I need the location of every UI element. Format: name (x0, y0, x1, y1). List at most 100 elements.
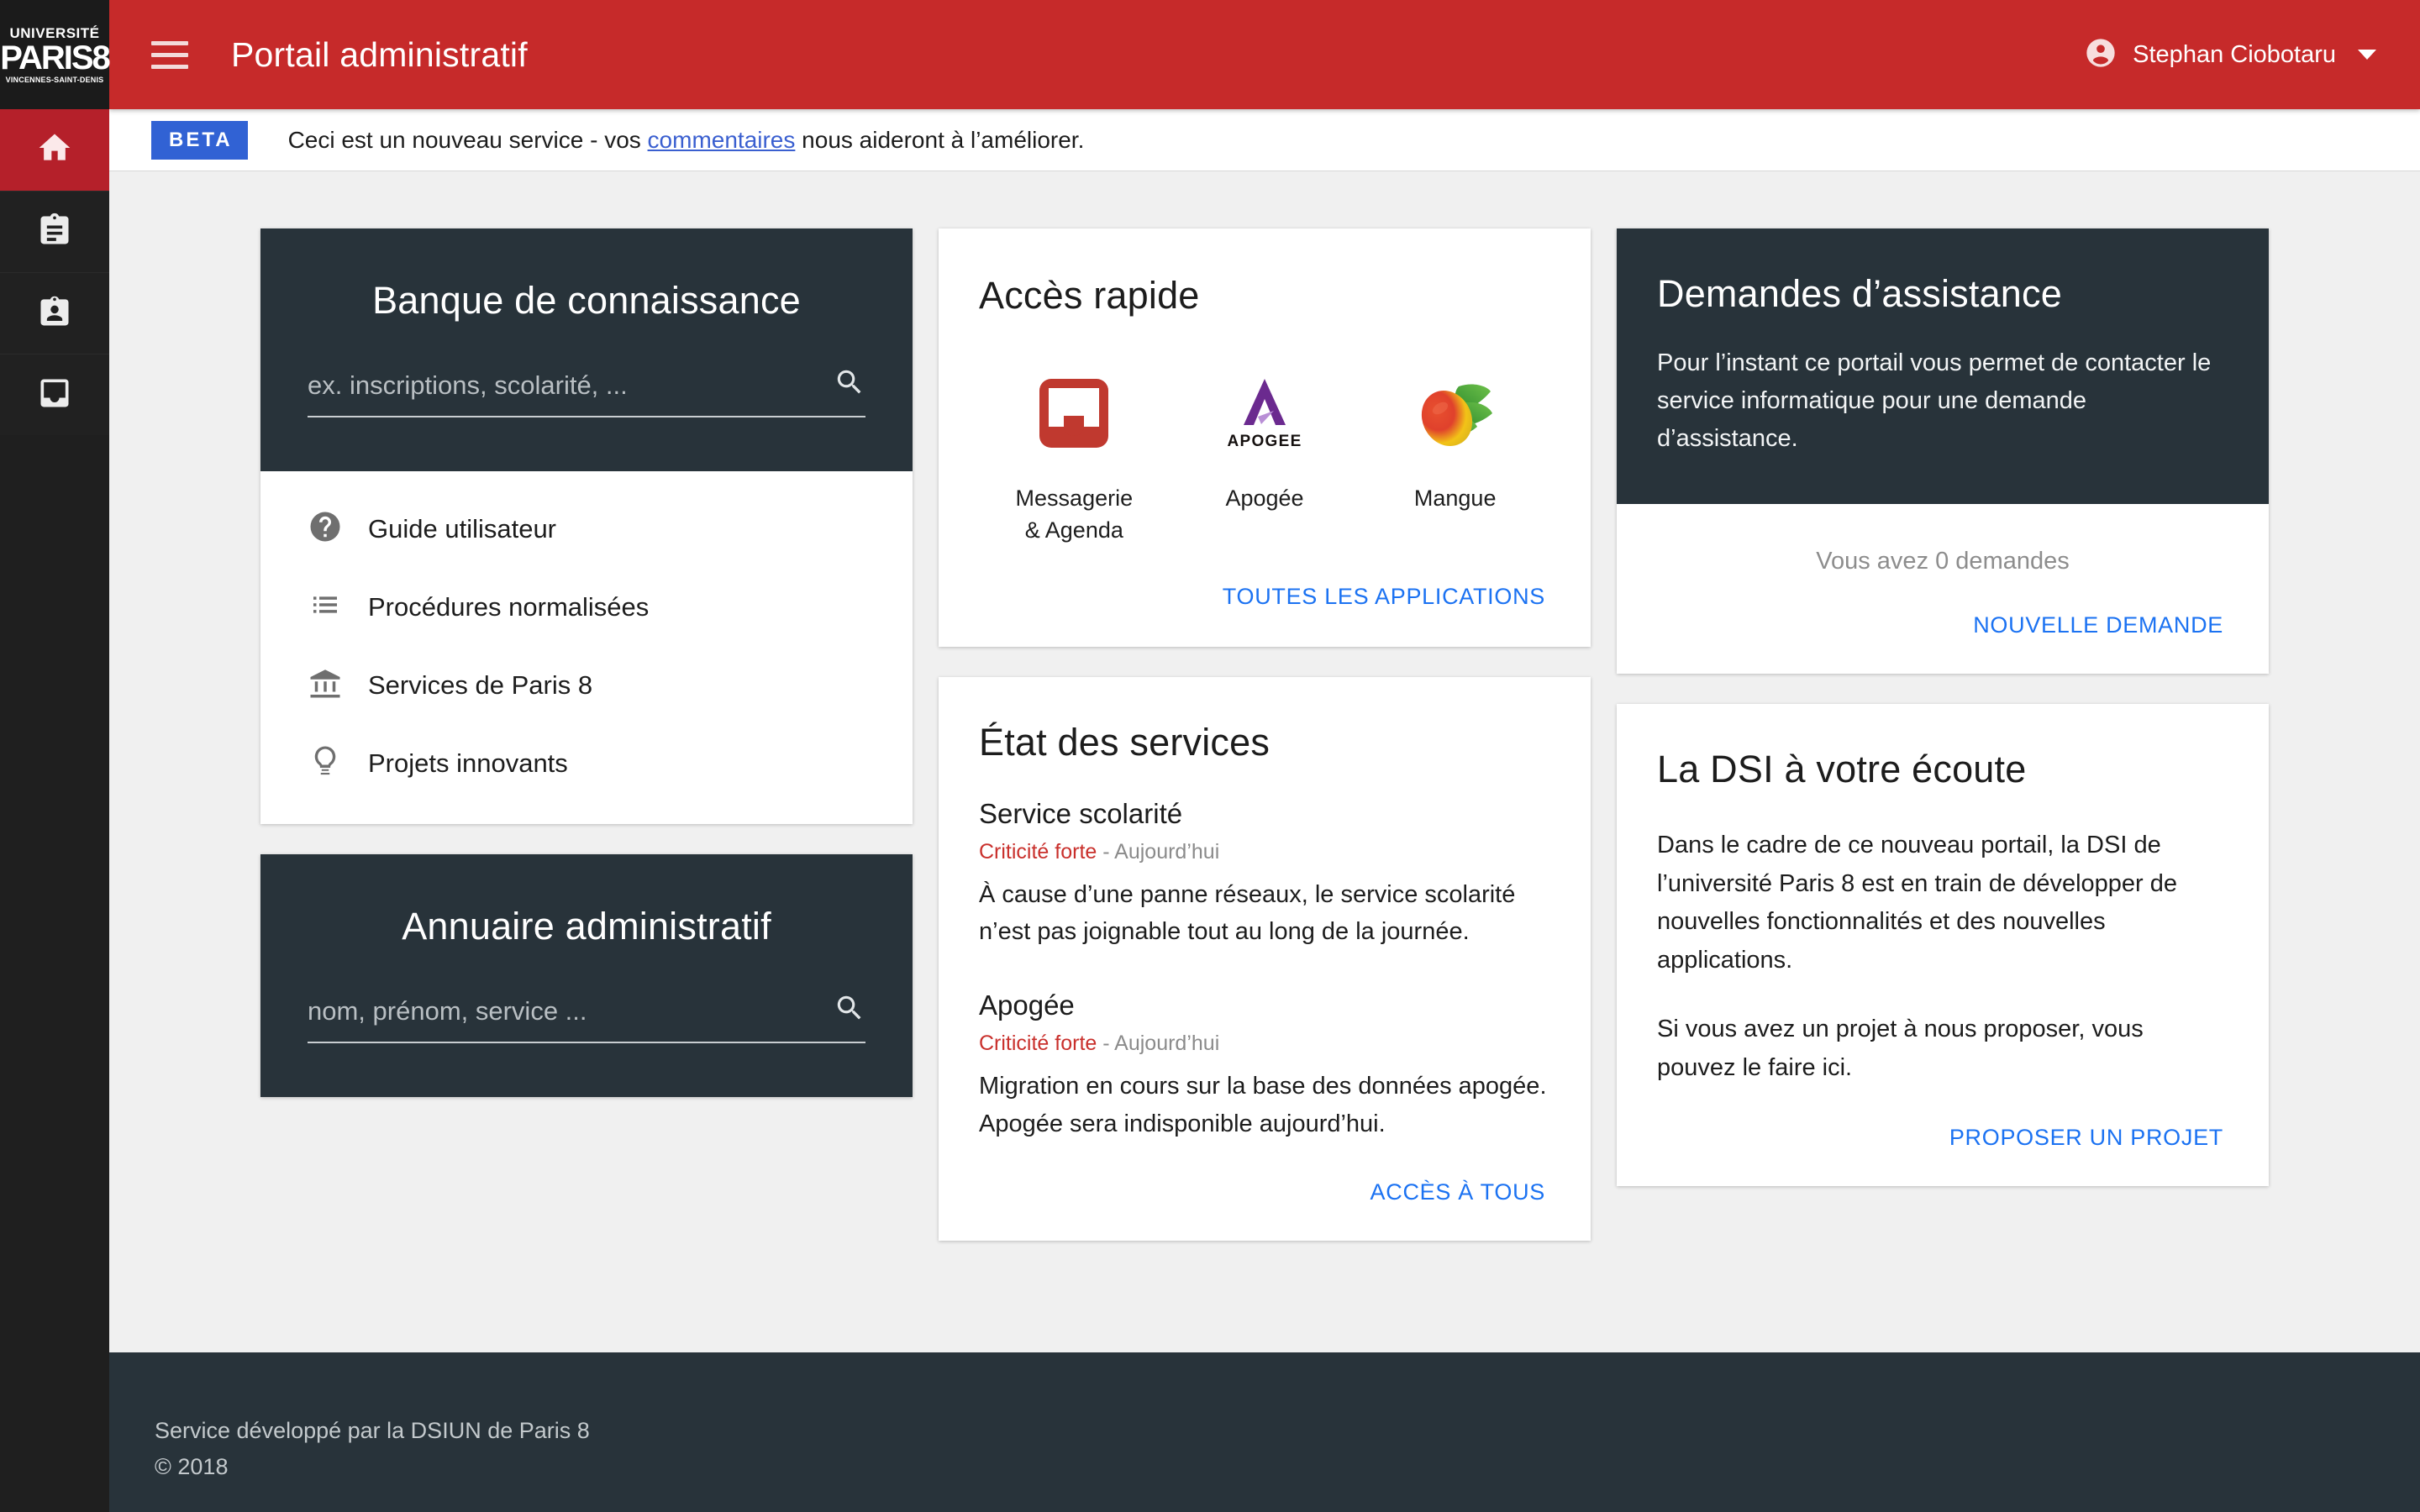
app-label-line-2: & Agenda (1025, 517, 1123, 543)
mango-icon (1415, 366, 1496, 460)
services-status-footer: ACCÈS À TOUS (979, 1142, 1550, 1212)
services-status-card: État des services Service scolarité Crit… (939, 677, 1591, 1242)
services-status-title: État des services (979, 721, 1550, 764)
home-icon (36, 129, 73, 171)
apogee-logo-icon: APOGEE (1227, 366, 1302, 460)
directory-search-row (308, 992, 865, 1043)
assistance-title: Demandes d’assistance (1657, 272, 2228, 316)
status-separator: - (1097, 840, 1114, 864)
list-item[interactable]: Projets innovants (260, 724, 913, 802)
assistance-header: Demandes d’assistance Pour l’instant ce … (1617, 228, 2269, 504)
assistance-count: Vous avez 0 demandes (1657, 548, 2228, 575)
list-item[interactable]: Services de Paris 8 (260, 646, 913, 724)
sidebar-item-procedures[interactable] (0, 191, 109, 272)
university-logo[interactable]: UNIVERSITÉ PARIS8 VINCENNES-SAINT-DENIS (0, 0, 109, 109)
status-item-description: Migration en cours sur la base des donné… (979, 1068, 1550, 1142)
status-badge: BETA (151, 121, 248, 160)
column-left: Banque de connaissance (260, 228, 913, 1097)
new-request-button[interactable]: NOUVELLE DEMANDE (1968, 606, 2228, 645)
knowledge-bank-search-input[interactable] (308, 369, 825, 402)
column-middle: Accès rapide Messagerie & Agenda (939, 228, 1591, 1241)
status-item-meta: Criticité forte - Aujourd’hui (979, 1032, 1550, 1056)
search-icon[interactable] (834, 366, 865, 402)
knowledge-bank-search-panel: Banque de connaissance (260, 228, 913, 471)
all-services-link[interactable]: ACCÈS À TOUS (1365, 1173, 1550, 1212)
sidebar-item-accueil[interactable] (0, 109, 109, 191)
status-badge: Criticité forte (979, 1032, 1097, 1055)
logo-line-universite: UNIVERSITÉ (0, 26, 109, 40)
dsi-title: La DSI à votre écoute (1657, 748, 2228, 791)
list-item-label: Guide utilisateur (368, 514, 556, 544)
quick-access-card: Accès rapide Messagerie & Agenda (939, 228, 1591, 647)
status-item: Service scolarité Criticité forte - Aujo… (979, 798, 1550, 951)
beta-text-before: Ceci est un nouveau service - vos (288, 127, 648, 153)
sidebar-rail: UNIVERSITÉ PARIS8 VINCENNES-SAINT-DENIS (0, 0, 109, 1512)
all-applications-link[interactable]: TOUTES LES APPLICATIONS (1218, 577, 1550, 617)
quick-access-title: Accès rapide (979, 274, 1550, 318)
sidebar-item-demandes[interactable] (0, 354, 109, 435)
logo-line-paris8: PARIS8 (0, 41, 109, 75)
quick-access-footer: TOUTES LES APPLICATIONS (979, 547, 1550, 617)
lightbulb-icon (308, 743, 343, 783)
status-badge: Criticité forte (979, 840, 1097, 864)
list-item[interactable]: Guide utilisateur (260, 490, 913, 568)
inbox-icon (36, 375, 73, 416)
caret-down-icon (2358, 50, 2376, 60)
beta-banner: BETA Ceci est un nouveau service - vos c… (109, 109, 2420, 171)
assistance-footer: NOUVELLE DEMANDE (1657, 575, 2228, 645)
app-root: UNIVERSITÉ PARIS8 VINCENNES-SAINT-DENIS (0, 0, 2420, 1512)
propose-project-button[interactable]: PROPOSER UN PROJET (1944, 1118, 2228, 1158)
dashboard-content: Banque de connaissance (109, 171, 2420, 1352)
status-item-date: Aujourd’hui (1114, 1032, 1219, 1055)
assistance-card: Demandes d’assistance Pour l’instant ce … (1617, 228, 2269, 674)
beta-banner-text: Ceci est un nouveau service - vos commen… (288, 127, 1085, 154)
help-circle-icon (308, 509, 343, 549)
dashboard-grid: Banque de connaissance (260, 228, 2269, 1241)
account-circle-icon (2084, 36, 2118, 74)
apogee-wordmark: APOGEE (1227, 433, 1302, 451)
status-item-name: Service scolarité (979, 798, 1550, 830)
status-item-name: Apogée (979, 990, 1550, 1021)
user-name-label: Stephan Ciobotaru (2133, 41, 2336, 69)
directory-card: Annuaire administratif (260, 854, 913, 1097)
knowledge-bank-search-row (308, 366, 865, 417)
app-tile-apogee[interactable]: APOGEE Apogée (1170, 366, 1360, 547)
footer-line-2: © 2018 (155, 1449, 2420, 1485)
feedback-link[interactable]: commentaires (648, 127, 796, 153)
knowledge-bank-links: Guide utilisateur Procédures normalisées (260, 471, 913, 824)
top-app-bar: Portail administratif Stephan Ciobotaru (109, 0, 2420, 109)
app-tile-messagerie[interactable]: Messagerie & Agenda (979, 366, 1170, 547)
app-tile-mangue[interactable]: Mangue (1360, 366, 1550, 547)
sidebar-item-annuaire[interactable] (0, 272, 109, 354)
knowledge-bank-title: Banque de connaissance (308, 279, 865, 323)
main-column: Portail administratif Stephan Ciobotaru … (109, 0, 2420, 1512)
status-item-meta: Criticité forte - Aujourd’hui (979, 840, 1550, 864)
status-item-description: À cause d’une panne réseaux, le service … (979, 876, 1550, 951)
column-right: Demandes d’assistance Pour l’instant ce … (1617, 228, 2269, 1186)
page-footer: Service développé par la DSIUN de Paris … (109, 1352, 2420, 1512)
hamburger-icon[interactable] (151, 33, 195, 76)
app-label-line-1: Messagerie (1016, 486, 1134, 511)
knowledge-bank-card: Banque de connaissance (260, 228, 913, 824)
dsi-paragraph-1: Dans le cadre de ce nouveau portail, la … (1657, 827, 2228, 980)
beta-text-after: nous aideront à l’améliorer. (795, 127, 1084, 153)
logo-line-vincennes: VINCENNES-SAINT-DENIS (0, 76, 109, 84)
list-icon (308, 587, 343, 627)
user-menu[interactable]: Stephan Ciobotaru (2084, 36, 2376, 74)
clipboard-icon (36, 212, 73, 253)
status-item: Apogée Criticité forte - Aujourd’hui Mig… (979, 990, 1550, 1142)
app-tile-label: Mangue (1414, 482, 1497, 514)
bank-icon (308, 665, 343, 705)
badge-icon (36, 293, 73, 334)
list-item[interactable]: Procédures normalisées (260, 568, 913, 646)
app-tile-label: Messagerie & Agenda (1016, 482, 1134, 547)
directory-title: Annuaire administratif (308, 905, 865, 948)
quick-access-app-list: Messagerie & Agenda (979, 366, 1550, 547)
assistance-description: Pour l’instant ce portail vous permet de… (1657, 344, 2228, 459)
app-tile-label: Apogée (1225, 482, 1303, 514)
assistance-body: Vous avez 0 demandes NOUVELLE DEMANDE (1617, 504, 2269, 674)
logo-mark: UNIVERSITÉ PARIS8 VINCENNES-SAINT-DENIS (0, 26, 109, 84)
page-title: Portail administratif (231, 35, 528, 75)
directory-search-input[interactable] (308, 995, 825, 1028)
search-icon[interactable] (834, 992, 865, 1028)
